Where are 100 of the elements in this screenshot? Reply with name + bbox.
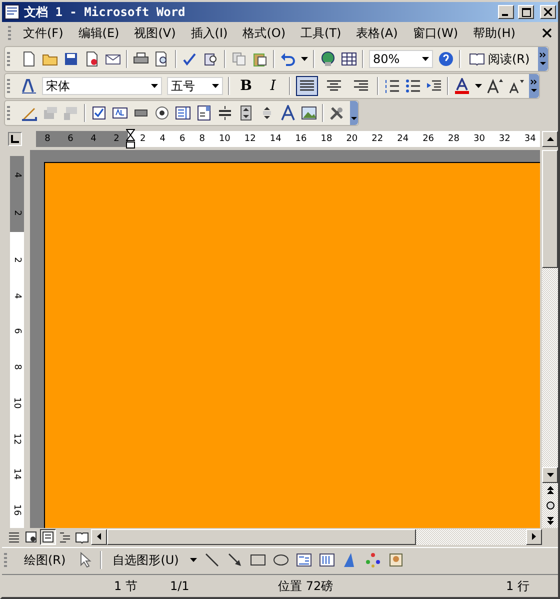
grip-handle[interactable] [8,26,11,40]
status-text: 1/1 [169,579,190,593]
diagram-icon[interactable] [364,552,381,568]
grip-handle[interactable] [4,553,7,567]
clip-art-icon[interactable] [388,552,404,568]
previous-page-icon[interactable] [546,486,554,495]
ruler-number: 16 [12,504,22,516]
ruler-number: 22 [372,134,384,144]
draw-menu-button[interactable]: 绘图(R) [20,550,70,570]
picture-icon[interactable] [301,105,317,121]
menu-item[interactable]: 帮助(H) [469,22,520,44]
scroll-thumb[interactable] [542,150,558,268]
shrink-font-icon[interactable] [508,78,524,94]
pencil-ruler-icon[interactable] [21,105,37,121]
italic-button[interactable]: I [262,76,284,96]
minimize-button[interactable] [498,5,514,19]
up-arrow-icon [546,137,554,141]
ruler-number: 12 [244,134,256,144]
grip-handle[interactable] [7,79,10,93]
table-icon[interactable] [341,51,357,67]
indent-marker-icon[interactable] [126,129,135,149]
ruler-number: 8 [12,364,22,370]
help-icon[interactable] [438,51,454,67]
bullet-list-icon[interactable] [405,78,421,94]
list-box-icon[interactable] [175,105,191,121]
print-view-button[interactable] [40,528,56,544]
radio-icon[interactable] [154,105,170,121]
grip-handle[interactable] [7,106,10,120]
bold-button[interactable]: B [235,76,257,96]
undo-icon[interactable] [280,51,296,67]
menu-item[interactable]: 插入(I) [186,22,232,44]
chevron-icon [530,78,538,94]
ruler-number: 2 [114,134,120,144]
zoom-dropdown[interactable]: 80% [369,50,433,68]
scroll-bar-icon[interactable] [238,105,254,121]
grow-font-icon[interactable] [487,78,503,94]
font-color-icon[interactable] [454,78,470,94]
arrow-icon[interactable] [226,552,243,568]
line-icon[interactable] [204,552,220,568]
ruler-number: 28 [448,134,460,144]
clipboard-icon[interactable] [252,51,268,67]
caret-icon[interactable] [475,84,482,88]
scroll-thumb[interactable] [107,528,416,544]
menu-item[interactable]: 视图(V) [130,22,180,44]
web-view-icon [24,530,38,544]
ruler-number: 2 [12,210,22,216]
caret-icon [422,57,429,61]
maximize-button[interactable] [518,5,534,19]
window-title: 文档 1 - Microsoft Word [24,4,186,20]
print-view-icon [41,530,55,544]
toolbar-options-button[interactable] [529,74,539,98]
numbered-list-icon[interactable] [384,78,400,94]
globe-icon[interactable] [320,51,336,67]
next-page-icon[interactable] [546,516,554,525]
ruler-number: 6 [12,328,22,334]
tab-selector-button[interactable] [8,132,22,146]
menu-item[interactable]: 窗口(W) [408,22,462,44]
scroll-left-button[interactable] [91,528,107,544]
scroll-up-button[interactable] [542,131,558,147]
grip-handle[interactable] [7,52,10,66]
ruler-number: 32 [498,134,510,144]
menu-item[interactable]: 文件(F) [19,22,68,44]
text-field-icon[interactable] [112,105,128,121]
styles-icon[interactable] [21,78,37,94]
menu-item[interactable]: 工具(T) [296,22,346,44]
research-icon[interactable] [203,51,219,67]
down-arrow-icon [546,473,554,477]
vertical-text-box-icon[interactable] [318,552,335,568]
menu-item[interactable]: 表格(A) [352,22,402,44]
reading-view-icon [75,530,89,544]
vertical-scrollbar[interactable] [542,150,558,528]
ruler-number: 26 [422,134,434,144]
menu-item[interactable]: 编辑(E) [74,22,124,44]
rectangle-icon[interactable] [250,552,266,568]
horizontal-scrollbar[interactable] [91,528,542,544]
font-size-dropdown[interactable]: 五号 [167,77,223,95]
autoshapes-button[interactable]: 自选图形(U) [108,550,183,570]
checkbox-icon[interactable] [91,105,107,121]
ellipse-icon[interactable] [272,552,289,568]
close-icon[interactable] [542,28,552,38]
tools-icon[interactable] [329,105,345,121]
read-button[interactable]: 阅读(R) [466,48,533,70]
spelling-icon[interactable] [182,51,198,67]
caret-icon[interactable] [301,57,308,61]
left-tab-icon [11,135,19,143]
web-view-button[interactable] [23,528,39,544]
scroll-right-button[interactable] [526,528,542,544]
toolbar-options-button[interactable] [350,101,358,125]
new-document-icon[interactable] [21,51,37,67]
menu-item[interactable]: 格式(O) [238,22,290,44]
letter-icon[interactable] [280,105,296,121]
close-button[interactable] [540,5,556,19]
combo-box-icon[interactable] [196,105,212,121]
justify-align-button[interactable] [296,76,318,96]
text-box-icon[interactable] [296,552,312,568]
font-dropdown[interactable]: 宋体 [42,77,162,95]
toolbar-options-button[interactable] [538,47,548,71]
caret-icon[interactable] [190,558,197,562]
browse-object-icon[interactable] [546,501,554,510]
scroll-down-button[interactable] [542,467,558,483]
